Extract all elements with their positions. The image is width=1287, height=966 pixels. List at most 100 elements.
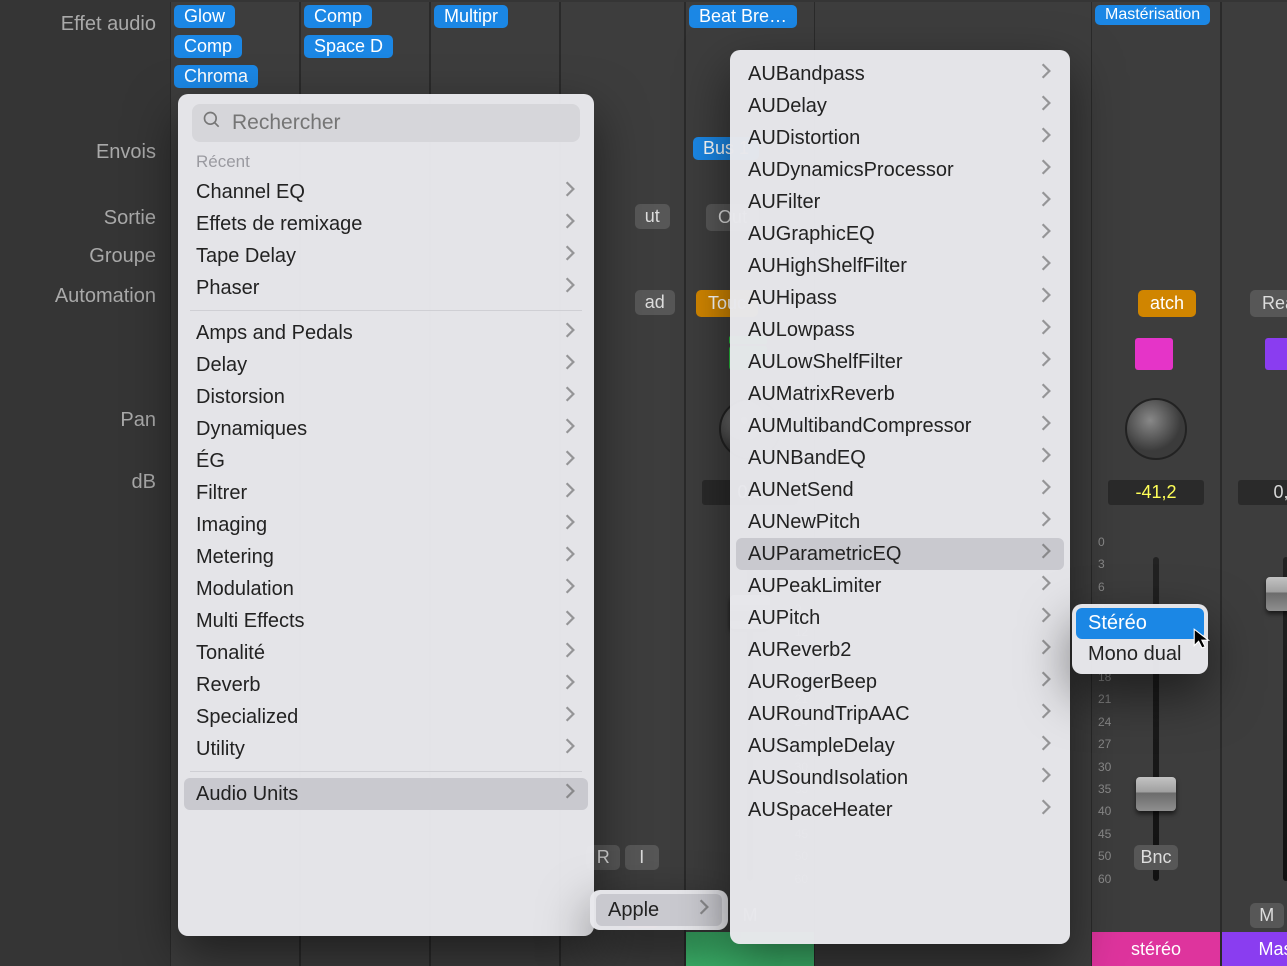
channel-strip-stereo: Mastérisation atch -41,2 036912151821242… bbox=[1091, 2, 1221, 966]
menu-item[interactable]: Utility bbox=[184, 733, 588, 765]
chevron-right-icon bbox=[1040, 446, 1052, 470]
menu-item[interactable]: AUDelay bbox=[736, 90, 1064, 122]
menu-item[interactable]: AUNetSend bbox=[736, 474, 1064, 506]
plugin-menu[interactable]: Récent Channel EQEffets de remixageTape … bbox=[178, 94, 594, 936]
menu-item[interactable]: AUSpaceHeater bbox=[736, 794, 1064, 826]
chevron-right-icon bbox=[564, 212, 576, 236]
label-envois: Envois bbox=[0, 136, 156, 168]
fx-plugin[interactable]: Chroma bbox=[174, 65, 258, 88]
menu-item[interactable]: AUDynamicsProcessor bbox=[736, 154, 1064, 186]
manufacturer-menu[interactable]: Apple bbox=[590, 890, 728, 930]
chevron-right-icon bbox=[1040, 126, 1052, 150]
search-field[interactable] bbox=[192, 104, 580, 142]
chevron-right-icon bbox=[564, 641, 576, 665]
menu-item[interactable]: Specialized bbox=[184, 701, 588, 733]
chevron-right-icon bbox=[1040, 702, 1052, 726]
fx-plugin[interactable]: Mastérisation bbox=[1095, 5, 1210, 25]
menu-item[interactable]: Effets de remixage bbox=[184, 208, 588, 240]
menu-item[interactable]: Imaging bbox=[184, 509, 588, 541]
menu-item[interactable]: AUNBandEQ bbox=[736, 442, 1064, 474]
chevron-right-icon bbox=[564, 481, 576, 505]
channel-format-menu[interactable]: StéréoMono dual bbox=[1072, 604, 1208, 674]
menu-item[interactable]: AUPitch bbox=[736, 602, 1064, 634]
label-groupe: Groupe bbox=[0, 240, 156, 272]
strip-name[interactable]: Master bbox=[1222, 932, 1287, 966]
menu-item[interactable]: Amps and Pedals bbox=[184, 317, 588, 349]
menu-item[interactable]: AURoundTripAAC bbox=[736, 698, 1064, 730]
menu-item[interactable]: AULowpass bbox=[736, 314, 1064, 346]
chevron-right-icon bbox=[1040, 766, 1052, 790]
menu-item[interactable]: Mono dual bbox=[1076, 639, 1204, 670]
menu-item[interactable]: AUSoundIsolation bbox=[736, 762, 1064, 794]
mute-button[interactable]: M bbox=[1250, 903, 1284, 928]
chevron-right-icon bbox=[1040, 510, 1052, 534]
menu-item[interactable]: AUHipass bbox=[736, 282, 1064, 314]
fx-plugin[interactable]: Space D bbox=[304, 35, 393, 58]
menu-item[interactable]: AUFilter bbox=[736, 186, 1064, 218]
menu-item[interactable]: AURogerBeep bbox=[736, 666, 1064, 698]
menu-item[interactable]: AUGraphicEQ bbox=[736, 218, 1064, 250]
menu-item[interactable]: Multi Effects bbox=[184, 605, 588, 637]
fx-plugin[interactable]: Multipr bbox=[434, 5, 508, 28]
menu-item[interactable]: Stéréo bbox=[1076, 608, 1204, 639]
menu-item[interactable]: AULowShelfFilter bbox=[736, 346, 1064, 378]
chevron-right-icon bbox=[1040, 350, 1052, 374]
menu-item[interactable]: Modulation bbox=[184, 573, 588, 605]
chevron-right-icon bbox=[564, 276, 576, 300]
fx-plugin[interactable]: Comp bbox=[304, 5, 372, 28]
fx-plugin[interactable]: Beat Bre… bbox=[689, 5, 797, 28]
automation-mode[interactable]: Read bbox=[1250, 290, 1287, 317]
menu-item-apple[interactable]: Apple bbox=[596, 894, 722, 926]
chevron-right-icon bbox=[1040, 670, 1052, 694]
chevron-right-icon bbox=[564, 609, 576, 633]
meter-icon bbox=[1265, 336, 1287, 370]
audio-unit-list[interactable]: AUBandpassAUDelayAUDistortionAUDynamicsP… bbox=[730, 50, 1070, 944]
menu-item[interactable]: Reverb bbox=[184, 669, 588, 701]
input-button[interactable]: I bbox=[625, 845, 659, 870]
chevron-right-icon bbox=[564, 321, 576, 345]
menu-item[interactable]: AUBandpass bbox=[736, 58, 1064, 90]
chevron-right-icon bbox=[1040, 542, 1052, 566]
chevron-right-icon bbox=[1040, 158, 1052, 182]
menu-item-audio-units[interactable]: Audio Units bbox=[184, 778, 588, 810]
db-readout[interactable]: 0,0 bbox=[1238, 480, 1287, 505]
menu-item[interactable]: Filtrer bbox=[184, 477, 588, 509]
menu-item[interactable]: Tape Delay bbox=[184, 240, 588, 272]
menu-item[interactable]: AUDistortion bbox=[736, 122, 1064, 154]
automation-mode[interactable]: atch bbox=[1138, 290, 1196, 317]
menu-item[interactable]: AUMultibandCompressor bbox=[736, 410, 1064, 442]
fx-plugin[interactable]: Glow bbox=[174, 5, 235, 28]
chevron-right-icon bbox=[564, 244, 576, 268]
menu-item[interactable]: AUHighShelfFilter bbox=[736, 250, 1064, 282]
chevron-right-icon bbox=[564, 782, 576, 806]
strip-name[interactable]: stéréo bbox=[1092, 932, 1220, 966]
automation-mode[interactable]: ad bbox=[635, 290, 675, 315]
chevron-right-icon bbox=[564, 705, 576, 729]
db-readout[interactable]: -41,2 bbox=[1108, 480, 1204, 505]
menu-item[interactable]: AUReverb2 bbox=[736, 634, 1064, 666]
menu-item[interactable]: AUMatrixReverb bbox=[736, 378, 1064, 410]
fader[interactable] bbox=[1266, 557, 1287, 881]
menu-item[interactable]: Delay bbox=[184, 349, 588, 381]
chevron-right-icon bbox=[1040, 286, 1052, 310]
output-button[interactable]: ut bbox=[635, 204, 670, 229]
search-icon bbox=[202, 110, 222, 136]
bounce-button[interactable]: Bnc bbox=[1134, 845, 1177, 870]
menu-item[interactable]: Phaser bbox=[184, 272, 588, 304]
menu-item[interactable]: AUParametricEQ bbox=[736, 538, 1064, 570]
pan-knob[interactable] bbox=[1125, 398, 1187, 460]
menu-item[interactable]: AUNewPitch bbox=[736, 506, 1064, 538]
menu-item[interactable]: AUPeakLimiter bbox=[736, 570, 1064, 602]
menu-item[interactable]: Channel EQ bbox=[184, 176, 588, 208]
chevron-right-icon bbox=[564, 737, 576, 761]
menu-item[interactable]: Tonalité bbox=[184, 637, 588, 669]
fx-plugin[interactable]: Comp bbox=[174, 35, 242, 58]
chevron-right-icon bbox=[564, 673, 576, 697]
menu-item[interactable]: AUSampleDelay bbox=[736, 730, 1064, 762]
label-sortie: Sortie bbox=[0, 202, 156, 234]
menu-item[interactable]: Metering bbox=[184, 541, 588, 573]
search-input[interactable] bbox=[232, 111, 570, 135]
menu-item[interactable]: Dynamiques bbox=[184, 413, 588, 445]
menu-item[interactable]: Distorsion bbox=[184, 381, 588, 413]
menu-item[interactable]: ÉG bbox=[184, 445, 588, 477]
